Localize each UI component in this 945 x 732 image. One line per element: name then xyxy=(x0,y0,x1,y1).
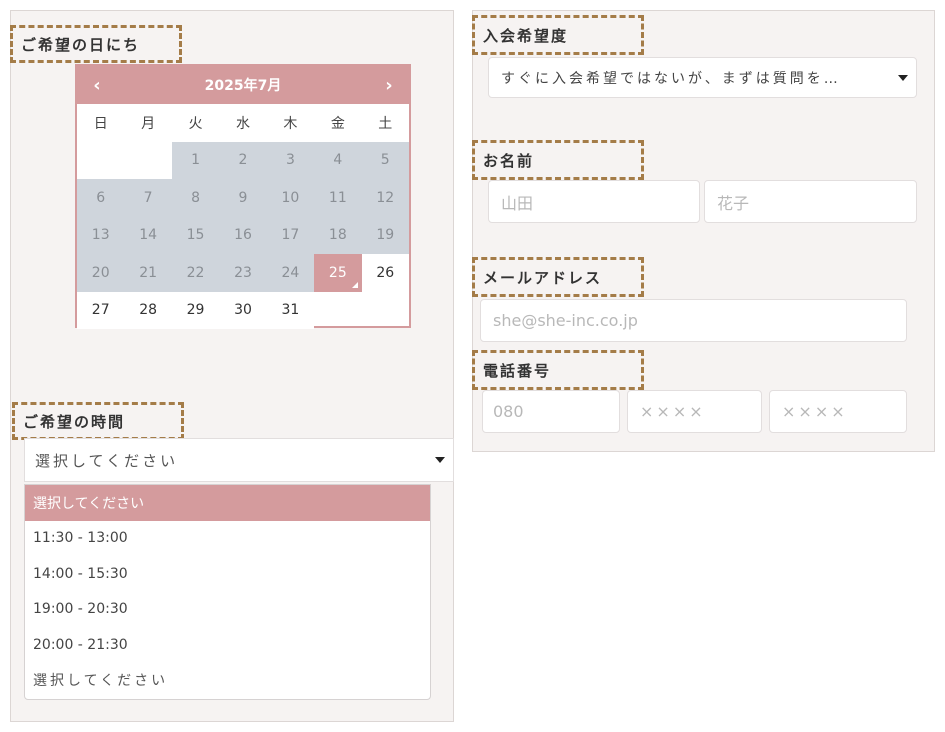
first-name-placeholder: 花子 xyxy=(717,193,750,213)
phone-part3-placeholder: ×××× xyxy=(782,402,848,421)
caret-down-icon xyxy=(435,457,445,463)
calendar-day-disabled: 18 xyxy=(314,216,362,254)
calendar-day-disabled: 20 xyxy=(77,254,125,292)
phone-part1-input[interactable]: 080 xyxy=(482,390,620,433)
weekday-sat: 土 xyxy=(378,115,393,132)
calendar-day-disabled: 2 xyxy=(219,141,267,179)
phone-part2-input[interactable]: ×××× xyxy=(627,390,762,433)
chevron-left-icon[interactable]: ‹ xyxy=(77,66,117,104)
time-dropdown: 選択してください 11:30 - 13:00 14:00 - 15:30 19:… xyxy=(24,484,431,700)
date-label: ご希望の日にち xyxy=(10,25,182,63)
time-option[interactable]: 19:00 - 20:30 xyxy=(25,592,430,628)
chevron-right-icon[interactable]: › xyxy=(369,66,409,104)
phone-label: 電話番号 xyxy=(472,350,644,390)
weekday-thu: 木 xyxy=(283,115,298,132)
calendar-day-disabled: 22 xyxy=(171,254,220,292)
time-select[interactable]: 選択してください xyxy=(24,438,454,482)
calendar-week-row: 13 14 15 16 17 18 19 xyxy=(77,216,409,254)
calendar-grid: 日 月 火 水 木 金 土 1 2 3 4 5 6 7 8 9 10 11 12 13 14 15 16 17 1… xyxy=(77,104,409,329)
weekday-fri: 金 xyxy=(330,115,345,132)
calendar-day-disabled: 9 xyxy=(219,179,267,217)
calendar-day[interactable]: 29 xyxy=(171,291,220,329)
time-select-value: 選択してください xyxy=(35,451,179,470)
membership-select-value: すぐに入会希望ではないが、まずは質問を… xyxy=(501,70,841,87)
calendar-day-disabled: 14 xyxy=(124,216,172,254)
time-option[interactable]: 選択してください xyxy=(25,485,430,521)
caret-down-icon xyxy=(898,74,908,81)
calendar-week-row: 6 7 8 9 10 11 12 xyxy=(77,179,409,217)
calendar-day-disabled: 7 xyxy=(124,179,172,217)
calendar-day-disabled: 6 xyxy=(77,179,125,217)
calendar-header: 2025年7月 xyxy=(77,66,409,104)
phone-part2-placeholder: ×××× xyxy=(640,402,706,421)
email-label: メールアドレス xyxy=(472,257,644,297)
calendar-day-disabled: 12 xyxy=(361,179,409,217)
calendar-day[interactable]: 27 xyxy=(77,291,125,329)
calendar-day[interactable]: 28 xyxy=(124,291,172,329)
last-name-input[interactable]: 山田 xyxy=(488,180,700,223)
time-label: ご希望の時間 xyxy=(12,402,184,440)
first-name-input[interactable]: 花子 xyxy=(704,180,917,223)
phone-part3-input[interactable]: ×××× xyxy=(769,390,907,433)
date-calendar[interactable]: 2025年7月 ‹ › 日 月 火 水 木 金 土 1 2 3 4 5 6 7 8 9 10 11 1… xyxy=(75,64,411,329)
time-option[interactable]: 20:00 - 21:30 xyxy=(25,627,430,663)
calendar-weekday-row: 日 月 火 水 木 金 土 xyxy=(77,104,409,142)
calendar-day-disabled: 21 xyxy=(124,254,172,292)
calendar-day-disabled: 11 xyxy=(314,179,362,217)
calendar-day[interactable]: 31 xyxy=(266,291,315,329)
calendar-day-disabled: 4 xyxy=(314,141,362,179)
phone-part1-placeholder: 080 xyxy=(493,402,524,421)
calendar-empty-cell xyxy=(77,141,125,179)
calendar-day-disabled: 19 xyxy=(361,216,409,254)
calendar-day-disabled: 3 xyxy=(266,141,315,179)
email-input[interactable]: she@she-inc.co.jp xyxy=(480,299,907,342)
weekday-tue: 火 xyxy=(188,115,203,132)
calendar-week-row: 12345 xyxy=(77,141,409,179)
calendar-day-disabled: 24 xyxy=(266,254,315,292)
calendar-day-disabled: 8 xyxy=(171,179,220,217)
calendar-day-disabled: 13 xyxy=(77,216,125,254)
time-option[interactable]: 11:30 - 13:00 xyxy=(25,521,430,557)
email-placeholder: she@she-inc.co.jp xyxy=(493,311,638,330)
weekday-wed: 水 xyxy=(235,115,250,132)
calendar-day[interactable]: 26 xyxy=(361,254,409,292)
calendar-days: 1 2 3 4 5 6 7 8 9 10 11 12 13 14 15 16 17 18 19 20 21 22 23 24 2… xyxy=(77,141,409,329)
calendar-day-disabled: 23 xyxy=(219,254,267,292)
calendar-month-title: 2025年7月 xyxy=(204,78,282,94)
calendar-day-disabled: 5 xyxy=(361,141,409,179)
calendar-day-today[interactable]: 25 xyxy=(314,254,362,292)
calendar-day[interactable]: 30 xyxy=(219,291,267,329)
calendar-day-disabled: 10 xyxy=(266,179,315,217)
calendar-day-disabled: 17 xyxy=(266,216,315,254)
calendar-day-disabled: 16 xyxy=(219,216,267,254)
last-name-placeholder: 山田 xyxy=(501,193,534,213)
calendar-empty-cell xyxy=(124,141,172,179)
membership-select[interactable]: すぐに入会希望ではないが、まずは質問を… xyxy=(488,57,917,98)
calendar-week-row: 20 21 22 23 24 25 26 xyxy=(77,254,409,292)
weekday-sun: 日 xyxy=(93,115,108,132)
name-label: お名前 xyxy=(472,140,644,180)
time-option[interactable]: 14:00 - 15:30 xyxy=(25,556,430,592)
calendar-week-row: 27 28 29 30 31 xyxy=(77,291,409,329)
weekday-mon: 月 xyxy=(141,115,156,132)
membership-label: 入会希望度 xyxy=(472,15,644,55)
time-option[interactable]: 選択してください xyxy=(25,663,430,699)
calendar-day-disabled: 15 xyxy=(171,216,220,254)
calendar-day-disabled: 1 xyxy=(171,141,220,179)
